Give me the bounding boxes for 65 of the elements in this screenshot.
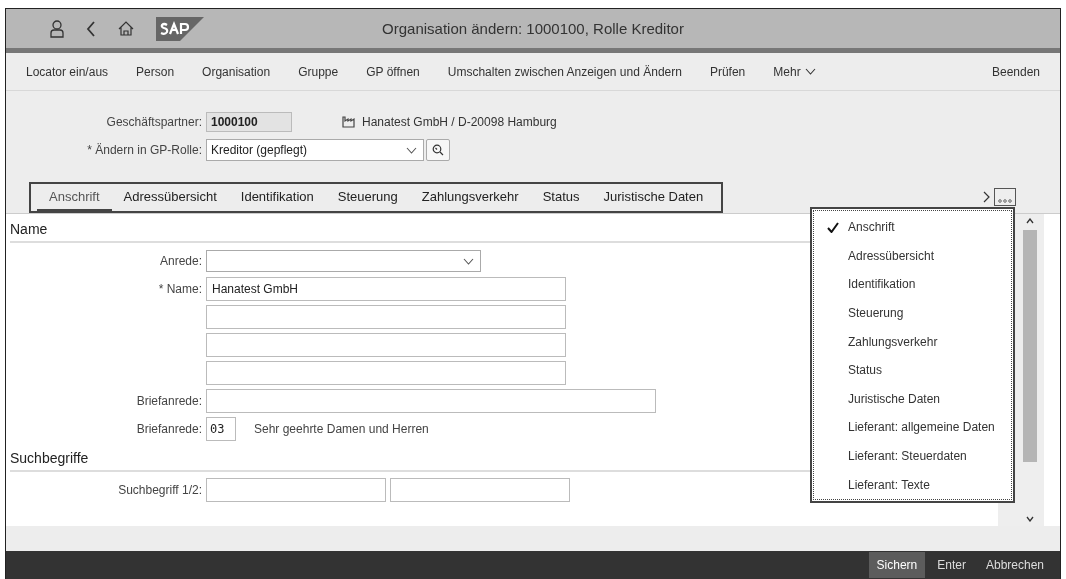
chevron-down-icon: [406, 146, 417, 154]
menu-item[interactable]: Lieferant: allgemeine Daten: [814, 413, 1011, 442]
caret-icon: [804, 68, 816, 75]
input-field[interactable]: 03: [206, 417, 236, 441]
chevron-down-icon: [463, 257, 474, 265]
toolbar-button[interactable]: Locator ein/aus: [14, 64, 121, 79]
toolbar-button[interactable]: Organisation: [190, 64, 283, 79]
dropdown-field[interactable]: [206, 250, 481, 272]
input-field[interactable]: [206, 305, 566, 329]
back-icon[interactable]: [86, 20, 96, 37]
menu-item[interactable]: Lieferant: Texte: [814, 470, 1011, 499]
toolbar-button[interactable]: GP öffnen: [354, 64, 432, 79]
salutation-text: Sehr geehrte Damen und Herren: [254, 422, 429, 436]
input-field[interactable]: [390, 478, 570, 502]
overflow-button[interactable]: [994, 188, 1016, 206]
search-icon: [432, 144, 444, 156]
scrollbar-thumb[interactable]: [1023, 230, 1037, 462]
partner-description: Hanatest GmbH / D-20098 Hamburg: [362, 115, 557, 129]
toolbar-button[interactable]: Umschalten zwischen Anzeigen und Ändern: [435, 64, 694, 79]
more-icon: [998, 199, 1012, 203]
tab[interactable]: Status: [530, 183, 592, 211]
tab[interactable]: Anschrift: [37, 183, 112, 211]
footer-button[interactable]: Enter: [929, 552, 974, 578]
field-label: Suchbegriff 1/2:: [118, 483, 202, 497]
input-field[interactable]: Hanatest GmbH: [206, 277, 566, 301]
menu-item[interactable]: Juristische Daten: [814, 384, 1011, 414]
menu-item[interactable]: Steuerung: [814, 298, 1011, 328]
footer-button[interactable]: Abbrechen: [977, 552, 1052, 578]
input-field[interactable]: [206, 478, 386, 502]
more-menu-button[interactable]: Mehr: [761, 64, 828, 79]
menu-item[interactable]: Zahlungsverkehr: [814, 327, 1011, 356]
partner-field: 1000100: [206, 112, 292, 132]
input-field[interactable]: [206, 361, 566, 385]
toolbar-button[interactable]: Gruppe: [286, 64, 351, 79]
input-field[interactable]: [206, 389, 656, 413]
menu-item[interactable]: Identifikation: [814, 270, 1011, 299]
chevron-right-icon[interactable]: [983, 191, 990, 203]
search-button[interactable]: [426, 139, 450, 161]
tab[interactable]: Juristische Daten: [591, 183, 716, 211]
field-label: Briefanrede:: [136, 394, 202, 408]
role-dropdown[interactable]: Kreditor (gepflegt): [206, 139, 424, 161]
exit-button[interactable]: Beenden: [979, 64, 1052, 79]
input-field[interactable]: [206, 333, 566, 357]
field-label: Briefanrede:: [136, 422, 202, 436]
window-title: Organisation ändern: 1000100, Rolle Kreditor: [381, 20, 685, 37]
tab[interactable]: Adressübersicht: [111, 183, 229, 211]
field-label: Anrede:: [159, 254, 202, 268]
tab[interactable]: Steuerung: [325, 183, 410, 211]
home-icon[interactable]: [118, 21, 134, 36]
field-label: * Name:: [158, 282, 202, 296]
logo-icon[interactable]: [156, 16, 204, 41]
toolbar-button[interactable]: Person: [124, 64, 187, 79]
menu-item[interactable]: Adressübersicht: [814, 241, 1011, 271]
user-icon[interactable]: [50, 19, 64, 38]
factory-icon: [342, 116, 356, 128]
scrollbar[interactable]: [1016, 214, 1044, 526]
scroll-up-icon[interactable]: [1026, 218, 1034, 224]
scroll-down-icon[interactable]: [1026, 516, 1034, 522]
tab[interactable]: Identifikation: [228, 183, 326, 211]
field-label: Geschäftspartner:: [105, 115, 203, 129]
toolbar-button[interactable]: Prüfen: [697, 64, 758, 79]
footer-button[interactable]: Sichern: [868, 552, 926, 578]
menu-item[interactable]: Status: [814, 355, 1011, 385]
field-label: * Ändern in GP-Rolle:: [86, 143, 203, 157]
tab[interactable]: Zahlungsverkehr: [409, 183, 531, 211]
